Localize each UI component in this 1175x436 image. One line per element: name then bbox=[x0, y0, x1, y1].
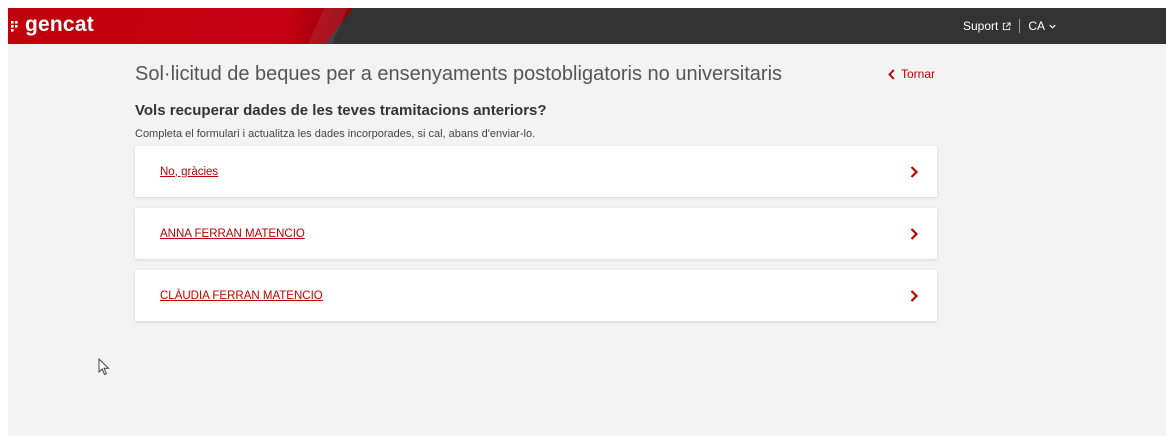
gencat-logo-mark-icon bbox=[11, 21, 18, 32]
main-content: Sol·licitud de beques per a ensenyaments… bbox=[135, 44, 937, 321]
support-label: Suport bbox=[962, 19, 999, 33]
option-claudia-ferran-matencio[interactable]: CLÀUDIA FERRAN MATENCIO bbox=[135, 270, 937, 321]
page-title: Sol·licitud de beques per a ensenyaments… bbox=[135, 62, 783, 85]
back-link[interactable]: Tornar bbox=[888, 67, 935, 81]
logo-text: gencat bbox=[25, 13, 94, 36]
support-link[interactable]: Suport bbox=[963, 19, 1011, 33]
title-row: Sol·licitud de beques per a ensenyaments… bbox=[135, 60, 937, 88]
option-no-thanks[interactable]: No, gràcies bbox=[135, 146, 937, 197]
menu-separator bbox=[1019, 19, 1021, 33]
gencat-logo[interactable]: gencat bbox=[11, 12, 94, 38]
option-anna-ferran-matencio[interactable]: ANNA FERRAN MATENCIO bbox=[135, 208, 937, 259]
chevron-right-icon bbox=[910, 227, 919, 240]
chevron-right-icon bbox=[910, 289, 919, 302]
page-viewport: gencat Suport CA Sol·licitud de beques p… bbox=[8, 8, 1166, 436]
mouse-pointer-icon bbox=[98, 358, 110, 376]
language-label: CA bbox=[1028, 19, 1045, 33]
external-link-icon bbox=[1003, 21, 1011, 30]
chevron-down-icon bbox=[1049, 24, 1056, 29]
option-list: No, gràcies ANNA FERRAN MATENCIO CLÀUDIA… bbox=[135, 146, 937, 321]
language-selector[interactable]: CA bbox=[1028, 19, 1056, 33]
option-label: ANNA FERRAN MATENCIO bbox=[160, 227, 305, 240]
top-bar: gencat Suport CA bbox=[8, 8, 1166, 44]
instruction-text: Completa el formulari i actualitza les d… bbox=[135, 128, 536, 140]
back-label: Tornar bbox=[900, 67, 935, 81]
top-right-menu: Suport CA bbox=[963, 8, 1056, 44]
option-label: No, gràcies bbox=[160, 165, 219, 178]
chevron-right-icon bbox=[910, 165, 919, 178]
question-heading: Vols recuperar dades de les teves tramit… bbox=[135, 102, 547, 119]
option-label: CLÀUDIA FERRAN MATENCIO bbox=[160, 289, 323, 302]
chevron-left-icon bbox=[888, 68, 895, 80]
